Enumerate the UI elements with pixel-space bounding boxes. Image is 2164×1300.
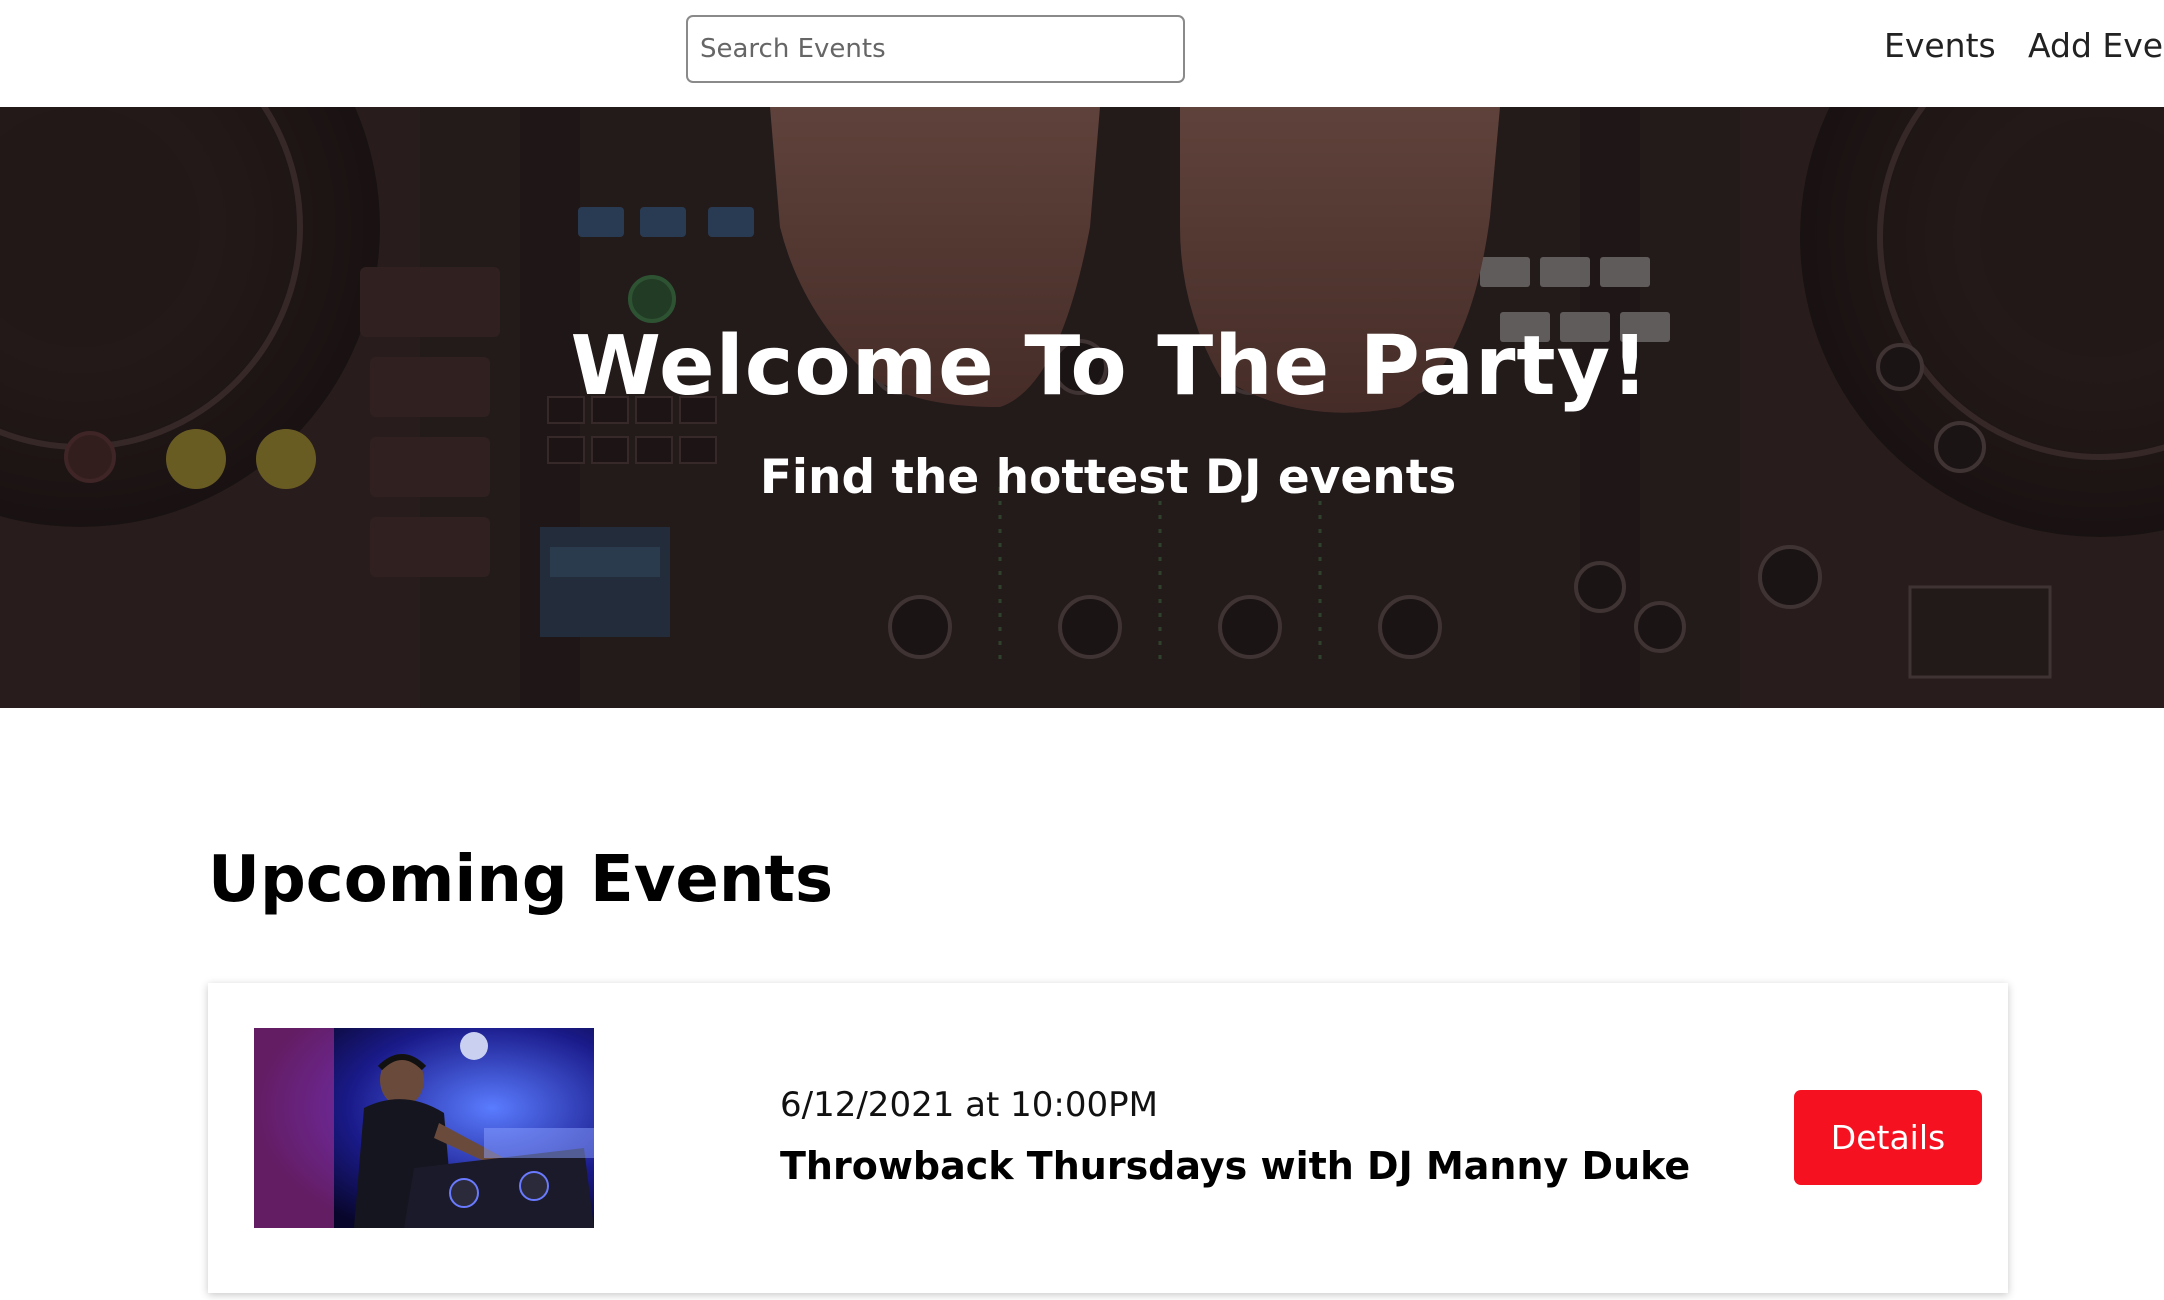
hero-subtitle: Find the hottest DJ events — [759, 450, 1457, 505]
nav-link-add-event[interactable]: Add Event — [2028, 26, 2164, 66]
upcoming-events-heading: Upcoming Events — [208, 843, 834, 917]
hero-banner: Welcome To The Party! Find the hottest D… — [0, 107, 2164, 708]
search-events-input[interactable] — [686, 15, 1185, 83]
top-navbar: Events Add Event — [0, 0, 2164, 107]
event-date: 6/12/2021 at 10:00PM — [780, 1085, 1158, 1125]
event-card: 6/12/2021 at 10:00PM Throwback Thursdays… — [208, 983, 2008, 1293]
details-button[interactable]: Details — [1794, 1090, 1982, 1185]
hero-title: Welcome To The Party! — [570, 319, 1650, 414]
nav-link-events[interactable]: Events — [1884, 26, 1996, 66]
event-thumbnail-image — [254, 1028, 594, 1228]
event-title: Throwback Thursdays with DJ Manny Duke — [780, 1144, 1691, 1188]
